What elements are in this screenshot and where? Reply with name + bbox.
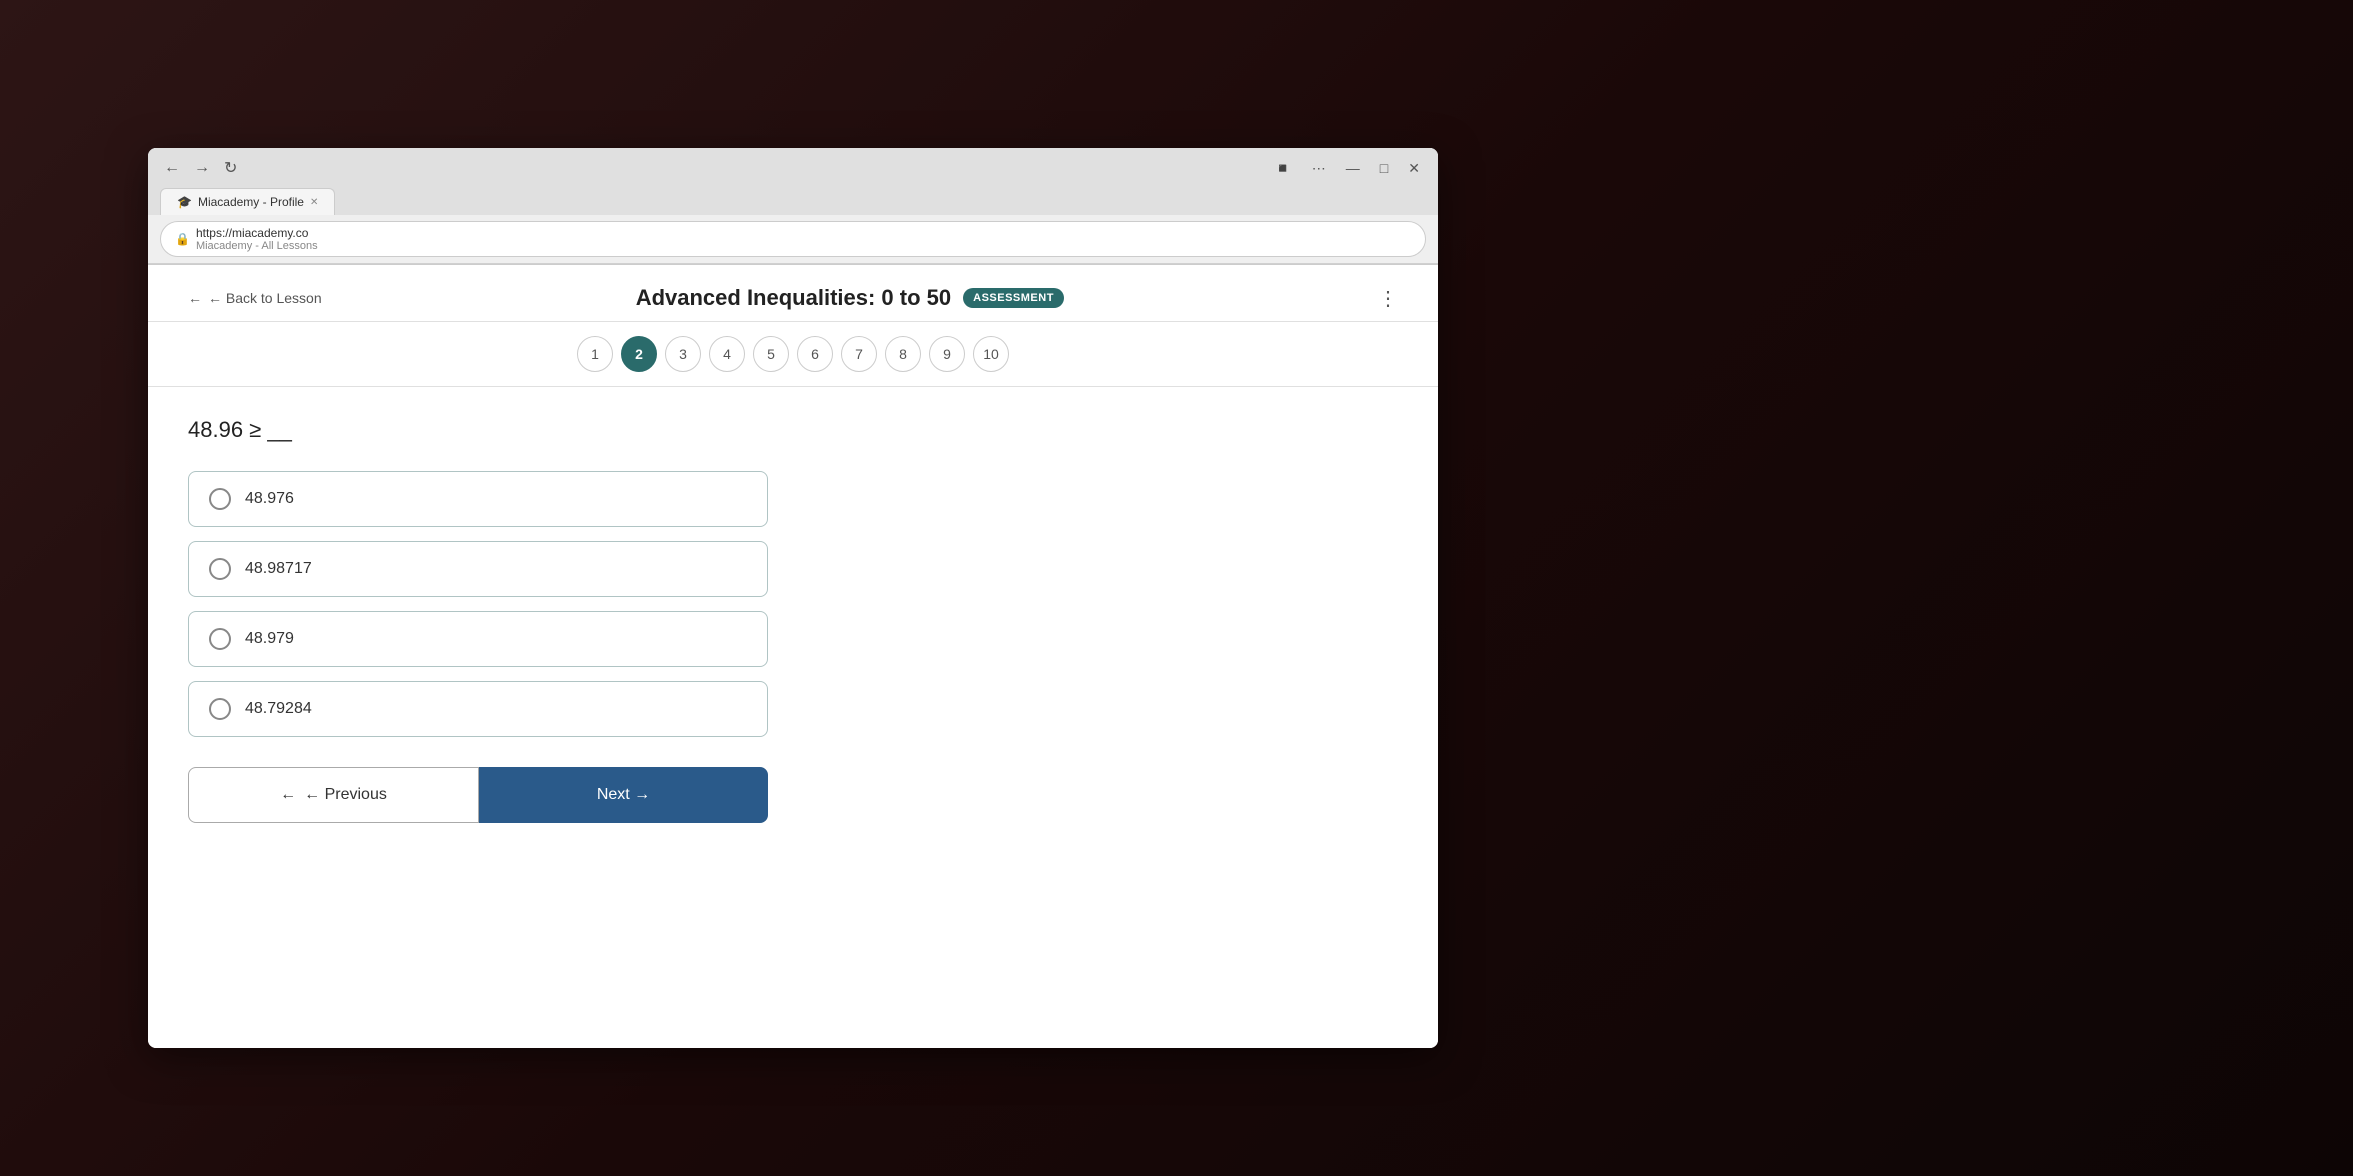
- page-title: Advanced Inequalities: 0 to 50: [636, 285, 951, 311]
- titlebar: ← → ↻ ◾ ⋯ — □ ✕: [148, 148, 1438, 188]
- address-secondary: Miacademy - All Lessons: [196, 240, 318, 252]
- option-text-3: 48.979: [245, 630, 294, 648]
- screenshot-button[interactable]: ◾: [1268, 158, 1297, 179]
- question-area: 48.96 ≥ __ 48.976 48.98717 48.979 48.792…: [148, 387, 848, 853]
- question-num-5[interactable]: 5: [753, 336, 789, 372]
- lock-icon: 🔒: [175, 232, 190, 246]
- tab-close-icon[interactable]: ✕: [310, 197, 318, 208]
- page-content: ← ← Back to Lesson Advanced Inequalities…: [148, 265, 1438, 1048]
- question-num-2[interactable]: 2: [621, 336, 657, 372]
- answer-option-3[interactable]: 48.979: [188, 611, 768, 667]
- previous-button[interactable]: ← ← Previous: [188, 767, 479, 823]
- reload-button[interactable]: ↻: [220, 156, 241, 180]
- back-arrow-icon: ←: [188, 290, 202, 306]
- address-url: https://miacademy.co: [196, 226, 318, 240]
- question-num-10[interactable]: 10: [973, 336, 1009, 372]
- question-num-9[interactable]: 9: [929, 336, 965, 372]
- question-num-7[interactable]: 7: [841, 336, 877, 372]
- forward-button[interactable]: →: [190, 157, 214, 179]
- nav-buttons: ← ← Previous Next →: [188, 767, 768, 823]
- radio-1[interactable]: [209, 488, 231, 510]
- address-bar[interactable]: 🔒 https://miacademy.co Miacademy - All L…: [160, 221, 1426, 257]
- page-header: ← ← Back to Lesson Advanced Inequalities…: [148, 265, 1438, 322]
- radio-3[interactable]: [209, 628, 231, 650]
- previous-label: ← Previous: [304, 786, 387, 804]
- tab-bar: 🎓 Miacademy - Profile ✕: [148, 188, 1438, 215]
- menu-button[interactable]: ⋯: [1306, 158, 1332, 179]
- nav-controls: ← → ↻: [160, 156, 241, 180]
- question-num-3[interactable]: 3: [665, 336, 701, 372]
- option-text-1: 48.976: [245, 490, 294, 508]
- question-num-6[interactable]: 6: [797, 336, 833, 372]
- answer-option-1[interactable]: 48.976: [188, 471, 768, 527]
- option-text-4: 48.79284: [245, 700, 312, 718]
- back-to-lesson-link[interactable]: ← ← Back to Lesson: [188, 290, 322, 306]
- close-button[interactable]: ✕: [1402, 158, 1426, 179]
- question-text: 48.96 ≥ __: [188, 417, 808, 443]
- tab-favicon: 🎓: [177, 195, 192, 209]
- address-bar-row: 🔒 https://miacademy.co Miacademy - All L…: [148, 215, 1438, 264]
- next-label: Next →: [597, 786, 650, 804]
- question-pagination: 1 2 3 4 5 6 7 8 9 10: [148, 322, 1438, 387]
- answer-options: 48.976 48.98717 48.979 48.79284: [188, 471, 808, 737]
- question-num-1[interactable]: 1: [577, 336, 613, 372]
- active-tab[interactable]: 🎓 Miacademy - Profile ✕: [160, 188, 335, 215]
- title-area: Advanced Inequalities: 0 to 50 ASSESSMEN…: [322, 285, 1378, 311]
- more-options-button[interactable]: ⋮: [1378, 286, 1398, 311]
- minimize-button[interactable]: —: [1340, 158, 1366, 178]
- answer-option-4[interactable]: 48.79284: [188, 681, 768, 737]
- answer-option-2[interactable]: 48.98717: [188, 541, 768, 597]
- radio-2[interactable]: [209, 558, 231, 580]
- maximize-button[interactable]: □: [1374, 158, 1394, 178]
- assessment-badge: ASSESSMENT: [963, 288, 1064, 308]
- tab-title: Miacademy - Profile: [198, 195, 304, 209]
- previous-arrow-icon: ←: [280, 786, 296, 804]
- question-num-8[interactable]: 8: [885, 336, 921, 372]
- question-num-4[interactable]: 4: [709, 336, 745, 372]
- back-label: ← Back to Lesson: [208, 290, 322, 306]
- browser-window: ← → ↻ ◾ ⋯ — □ ✕ 🎓 Miacademy - Profile ✕ …: [148, 148, 1438, 1048]
- next-button[interactable]: Next →: [479, 767, 768, 823]
- browser-chrome: ← → ↻ ◾ ⋯ — □ ✕ 🎓 Miacademy - Profile ✕ …: [148, 148, 1438, 265]
- option-text-2: 48.98717: [245, 560, 312, 578]
- radio-4[interactable]: [209, 698, 231, 720]
- back-button[interactable]: ←: [160, 157, 184, 179]
- window-controls: ◾ ⋯ — □ ✕: [1268, 158, 1426, 179]
